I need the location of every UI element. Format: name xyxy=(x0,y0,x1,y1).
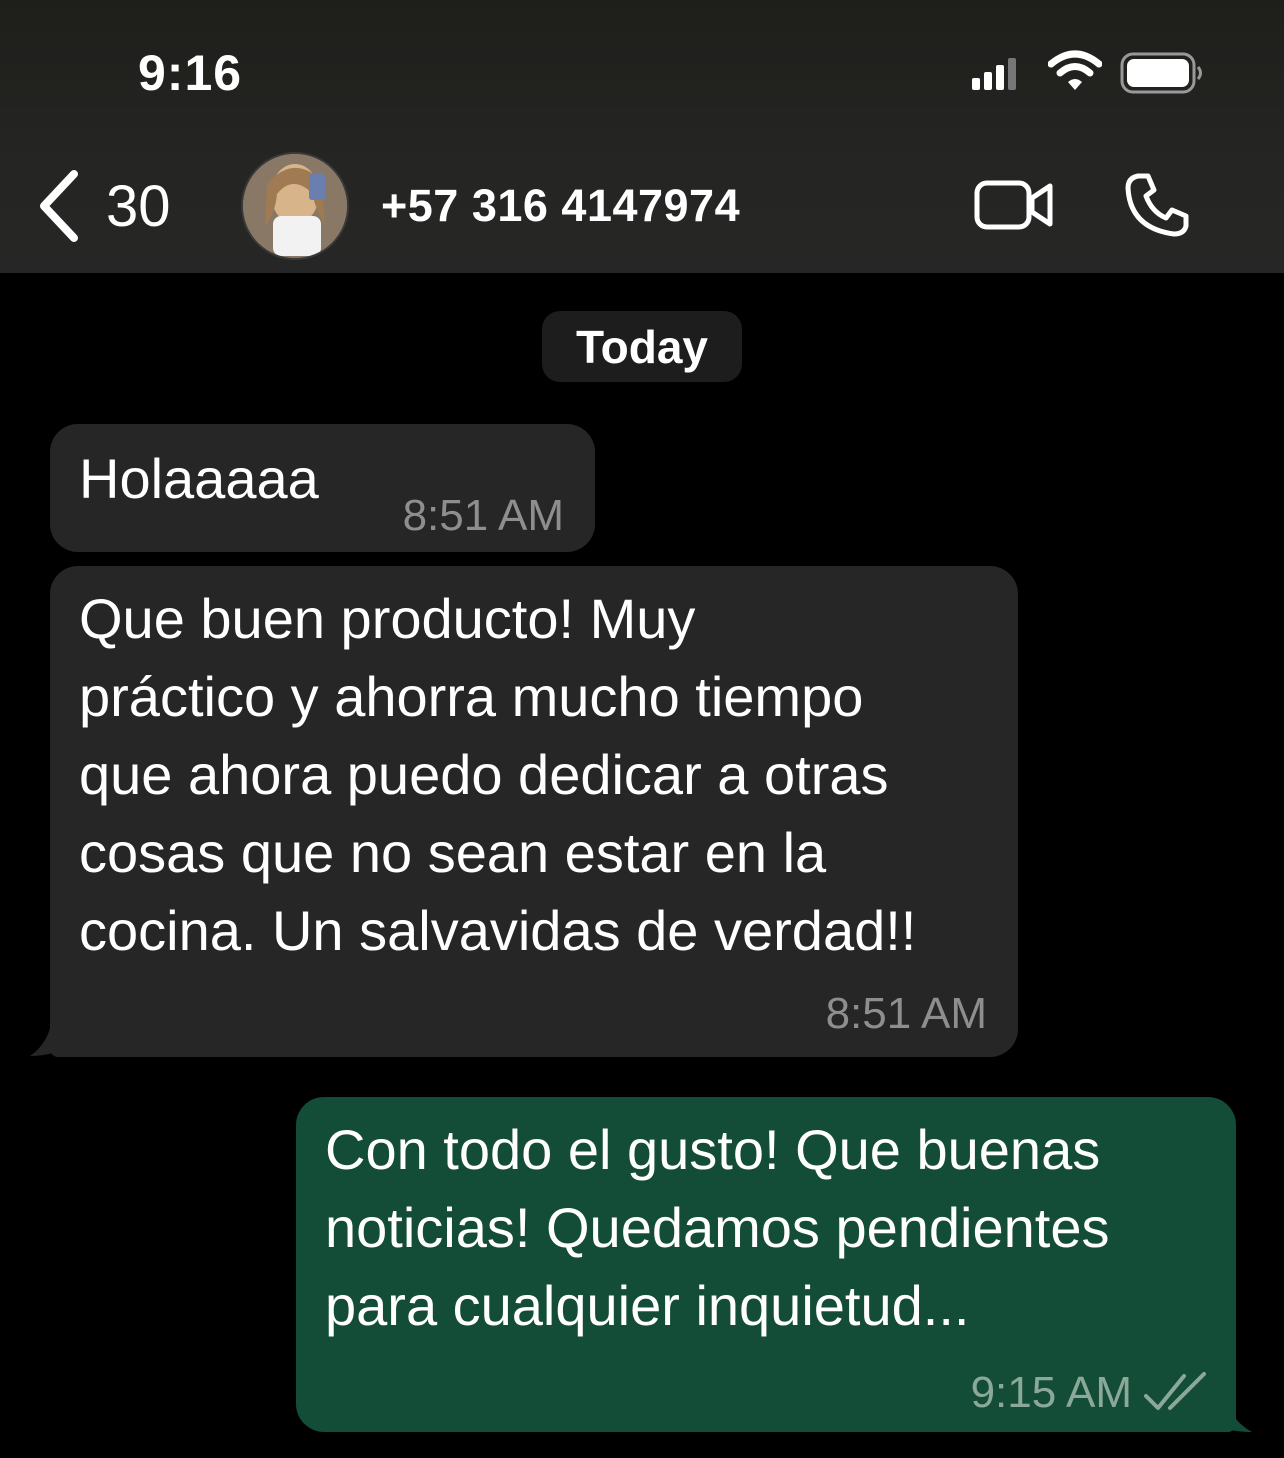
contact-name[interactable]: +57 316 4147974 xyxy=(381,180,740,232)
video-call-icon[interactable] xyxy=(974,178,1054,232)
outgoing-message-bubble[interactable]: Con todo el gusto! Que buenas noticias! … xyxy=(296,1097,1236,1432)
cellular-signal-icon xyxy=(972,58,1016,90)
unread-count: 30 xyxy=(106,173,171,239)
battery-icon xyxy=(1120,52,1202,94)
message-text: Holaaaaa xyxy=(79,447,319,510)
back-button[interactable]: 30 xyxy=(36,166,206,246)
message-text: Con todo el gusto! Que buenas noticias! … xyxy=(325,1118,1110,1337)
double-check-read-icon xyxy=(1144,1372,1206,1410)
message-time: 9:15 AM xyxy=(970,1368,1132,1417)
message-text: Que buen producto! Muy práctico y ahorra… xyxy=(79,587,917,962)
incoming-message-bubble[interactable]: Que buen producto! Muy práctico y ahorra… xyxy=(50,566,1018,1057)
message-time: 8:51 AM xyxy=(402,491,564,540)
message-time: 8:51 AM xyxy=(825,989,987,1038)
wifi-icon xyxy=(1048,50,1102,90)
phone-call-icon[interactable] xyxy=(1124,172,1190,238)
incoming-message-bubble[interactable]: Holaaaaa 8:51 AM xyxy=(50,424,595,552)
chevron-left-icon xyxy=(40,170,78,242)
date-separator: Today xyxy=(542,311,742,382)
contact-avatar[interactable] xyxy=(241,152,349,260)
chat-header: 9:16 30 +57 316 4147974 xyxy=(0,0,1284,273)
status-time: 9:16 xyxy=(138,45,243,101)
avatar-photo-icon xyxy=(243,154,347,258)
